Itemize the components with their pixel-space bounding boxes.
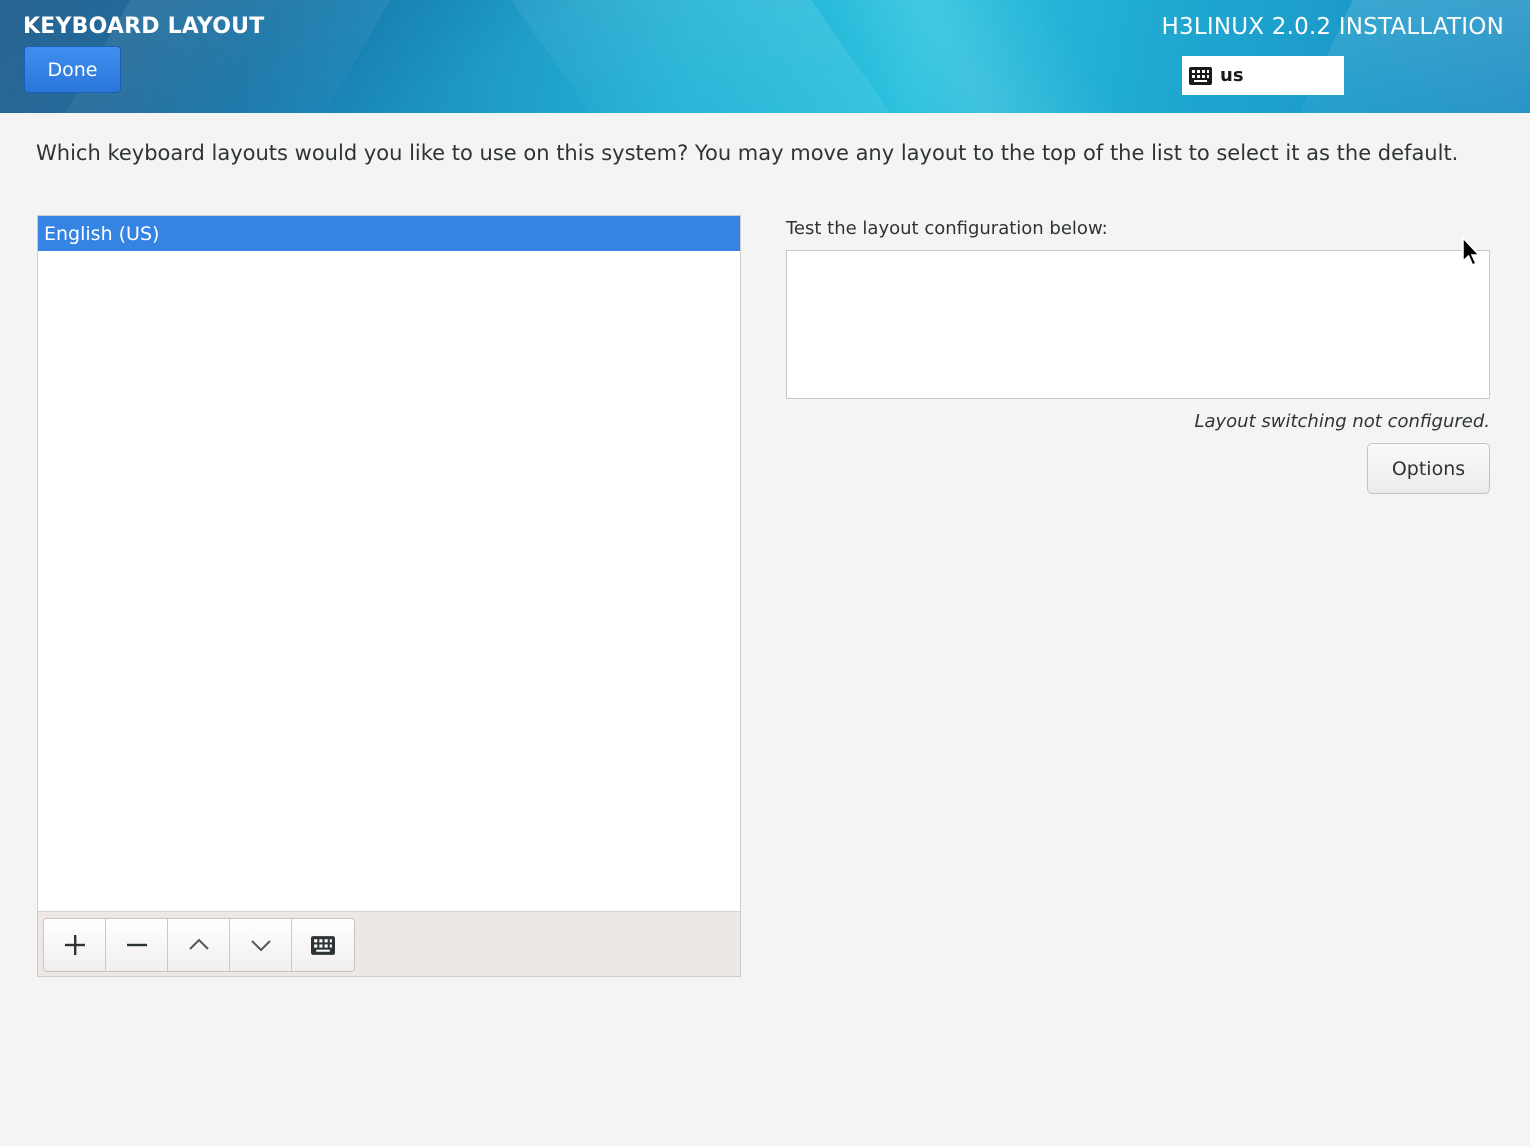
- preview-layout-button[interactable]: [292, 919, 354, 971]
- move-down-icon: [250, 940, 271, 952]
- keyboard-layout-indicator[interactable]: us: [1182, 56, 1344, 95]
- move-down-button[interactable]: [230, 919, 292, 971]
- banner-decoration: [489, 0, 931, 113]
- keyboard-icon: [1189, 66, 1212, 85]
- mouse-pointer-icon: [1462, 237, 1481, 266]
- test-layout-field[interactable]: [786, 250, 1490, 399]
- page-title: KEYBOARD LAYOUT: [23, 14, 265, 39]
- test-layout-label: Test the layout configuration below:: [786, 218, 1108, 239]
- add-icon: [64, 935, 85, 955]
- options-button[interactable]: Options: [1367, 443, 1490, 494]
- instructions-text: Which keyboard layouts would you like to…: [36, 141, 1459, 165]
- product-title: H3LINUX 2.0.2 INSTALLATION: [1161, 14, 1504, 40]
- layout-list-item-label: English (US): [44, 222, 160, 245]
- keyboard-layout-code: us: [1220, 65, 1244, 86]
- add-layout-button[interactable]: [44, 919, 106, 971]
- layout-list-toolbar: [38, 911, 740, 976]
- move-up-button[interactable]: [168, 919, 230, 971]
- layout-list-button-group: [43, 918, 355, 972]
- layout-switching-status: Layout switching not configured.: [1194, 411, 1490, 432]
- remove-layout-button[interactable]: [106, 919, 168, 971]
- remove-icon: [126, 943, 147, 947]
- move-up-icon: [188, 938, 209, 950]
- header-banner: KEYBOARD LAYOUT Done H3LINUX 2.0.2 INSTA…: [0, 0, 1530, 113]
- layout-list: English (US): [37, 215, 741, 977]
- keyboard-preview-icon: [311, 935, 335, 955]
- layout-list-item[interactable]: English (US): [38, 216, 740, 251]
- done-button[interactable]: Done: [24, 46, 121, 93]
